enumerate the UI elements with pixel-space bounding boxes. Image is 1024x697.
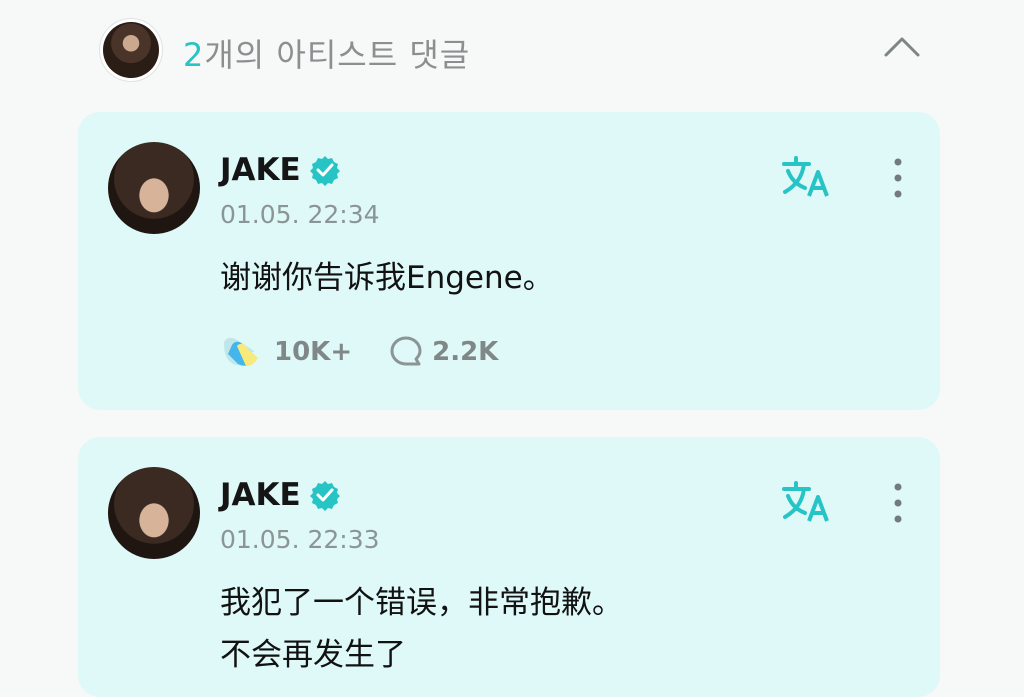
- header-title-label: 개의 아티스트 댓글: [204, 36, 471, 74]
- author-name: JAKE: [220, 477, 301, 513]
- translate-icon[interactable]: [780, 479, 832, 527]
- author-name: JAKE: [220, 152, 301, 188]
- like-icon[interactable]: [220, 334, 266, 370]
- avatar: [103, 22, 159, 78]
- avatar[interactable]: [108, 467, 200, 559]
- avatar[interactable]: [108, 142, 200, 234]
- verified-badge-icon: [309, 156, 340, 186]
- comment-text-line: 我犯了一个错误，非常抱歉。: [220, 585, 623, 621]
- comment-count: 2: [183, 36, 205, 74]
- verified-badge-icon: [309, 481, 340, 511]
- comment-text-line: 不会再发生了: [220, 637, 406, 673]
- like-count: 10K+: [274, 337, 353, 367]
- chevron-up-icon[interactable]: [878, 24, 926, 72]
- artist-comments-header: 2개의 아티스트 댓글: [0, 0, 1024, 100]
- comment-text: 谢谢你告诉我Engene。: [220, 260, 554, 296]
- comment-card: JAKE 01.05. 22:34 谢谢你告诉我Engene。 10K+ 2.2…: [78, 112, 940, 410]
- comment-stats: 10K+ 2.2K: [220, 331, 498, 373]
- comment-author[interactable]: JAKE: [220, 477, 341, 513]
- reply-count: 2.2K: [432, 337, 499, 367]
- comment-icon[interactable]: [388, 334, 424, 370]
- more-vertical-icon[interactable]: [890, 479, 906, 527]
- comment-text: 我犯了一个错误，非常抱歉。 不会再发生了: [220, 577, 623, 681]
- comment-time: 01.05. 22:33: [220, 525, 380, 554]
- comment-author[interactable]: JAKE: [220, 152, 341, 188]
- artist-comments-title: 2개의 아티스트 댓글: [183, 30, 470, 76]
- comment-time: 01.05. 22:34: [220, 200, 380, 229]
- translate-icon[interactable]: [780, 154, 832, 202]
- comment-card: JAKE 01.05. 22:33 我犯了一个错误，非常抱歉。 不会再发生了: [78, 437, 940, 697]
- more-vertical-icon[interactable]: [890, 154, 906, 202]
